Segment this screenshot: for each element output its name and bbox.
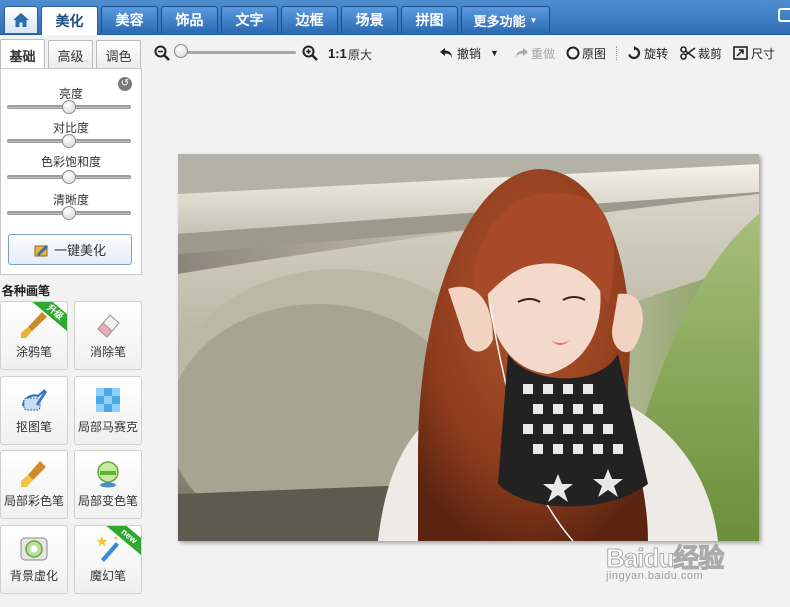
brush-partial-color-change[interactable]: 局部变色笔 — [74, 450, 142, 519]
zoom-slider-knob[interactable] — [174, 44, 188, 58]
contrast-slider-knob[interactable] — [62, 134, 76, 148]
image-toolbar: 1:1 原大 撤销 ▼ 重做 原图 旋转 裁剪 尺寸 — [148, 38, 790, 68]
resize-button[interactable]: 尺寸 — [733, 44, 775, 62]
tab-collage[interactable]: 拼图 — [401, 6, 458, 33]
brush-label: 局部马赛克 — [77, 420, 138, 434]
brush-section-title: 各种画笔 — [2, 284, 51, 298]
brush-background-blur[interactable]: 背景虚化 — [0, 525, 68, 594]
brush-label: 涂鸦笔 — [15, 345, 52, 359]
tab-face-beauty[interactable]: 美容 — [101, 6, 158, 33]
original-size-button[interactable]: 原大 — [348, 46, 372, 63]
brush-doodle[interactable]: 升级 涂鸦笔 — [0, 301, 68, 370]
brush-label: 局部变色笔 — [77, 494, 138, 508]
saturation-label: 色彩饱和度 — [40, 155, 101, 169]
tab-text[interactable]: 文字 — [221, 6, 278, 33]
brush-cutout[interactable]: 抠图笔 — [0, 376, 68, 445]
crop-button[interactable]: 裁剪 — [680, 44, 722, 62]
saturation-slider-knob[interactable] — [62, 170, 76, 184]
saturation-slider[interactable] — [7, 170, 131, 184]
home-icon — [13, 13, 29, 27]
sharpness-slider-knob[interactable] — [62, 206, 76, 220]
subtab-color[interactable]: 调色 — [96, 40, 141, 70]
undo-label: 撤销 — [457, 46, 482, 61]
left-panel: 基础 高级 调色 ↺ 亮度 对比度 色彩饱和度 清晰度 一键美化 各种画笔 升级… — [0, 36, 143, 607]
resize-icon — [733, 46, 748, 60]
crop-label: 裁剪 — [698, 46, 723, 61]
magic-wand-icon — [96, 536, 119, 562]
brush-magic[interactable]: new 魔幻笔 — [74, 525, 142, 594]
home-button[interactable] — [4, 6, 38, 33]
toolbar-divider — [616, 46, 617, 60]
subtab-basic[interactable]: 基础 — [0, 39, 45, 71]
brush-label: 消除笔 — [89, 345, 126, 359]
zoom-in-icon[interactable] — [302, 45, 318, 61]
rotate-button[interactable]: 旋转 — [626, 44, 668, 62]
brush-label: 局部彩色笔 — [3, 494, 64, 508]
redo-label: 重做 — [531, 46, 556, 61]
rotate-icon — [628, 46, 641, 60]
tab-scenes[interactable]: 场景 — [341, 6, 398, 33]
brightness-slider-knob[interactable] — [62, 100, 76, 114]
zoom-out-icon[interactable] — [154, 45, 170, 61]
contrast-slider[interactable] — [7, 134, 131, 148]
tab-beautify[interactable]: 美化 — [41, 6, 98, 35]
adjust-subtabs: 基础 高级 调色 — [0, 38, 143, 71]
brush-label: 背景虚化 — [9, 569, 58, 583]
watermark-url: jingyan.baidu.com — [606, 570, 704, 582]
photo-canvas[interactable] — [178, 154, 759, 541]
original-image-button[interactable]: 原图 — [566, 44, 606, 62]
baidu-watermark: Baidu经验 jingyan.baidu.com — [605, 538, 756, 588]
brush-label: 抠图笔 — [15, 420, 52, 434]
brush-label: 魔幻笔 — [89, 569, 126, 583]
basic-adjust-panel: ↺ 亮度 对比度 色彩饱和度 清晰度 一键美化 — [0, 68, 142, 275]
zoom-slider[interactable] — [176, 51, 296, 54]
undo-icon — [440, 48, 452, 58]
brightness-slider[interactable] — [7, 100, 131, 114]
more-features-label: 更多功能 — [473, 13, 526, 29]
color-brush-icon — [21, 461, 46, 487]
brush-eraser[interactable]: 消除笔 — [74, 301, 142, 370]
redo-icon — [516, 48, 528, 58]
portrait-photo — [178, 154, 759, 541]
circle-icon — [566, 46, 580, 60]
brush-mosaic[interactable]: 局部马赛克 — [74, 376, 142, 445]
undo-history-dropdown[interactable]: ▼ — [490, 44, 499, 62]
original-image-label: 原图 — [582, 46, 607, 61]
undo-button[interactable]: 撤销 — [439, 44, 481, 62]
scissors-icon — [680, 46, 696, 60]
more-features-menu[interactable]: 更多功能 ▼ — [461, 6, 550, 33]
tab-frames[interactable]: 边框 — [281, 6, 338, 33]
magic-beautify-icon — [34, 244, 48, 256]
sharpness-slider[interactable] — [7, 206, 131, 220]
paint-brush-icon — [21, 312, 47, 338]
blur-background-icon — [20, 537, 48, 561]
one-key-beautify-label: 一键美化 — [53, 243, 106, 258]
tab-accessories[interactable]: 饰品 — [161, 6, 218, 33]
dropdown-arrow-icon: ▼ — [490, 48, 499, 58]
rotate-label: 旋转 — [644, 46, 669, 61]
dropdown-arrow-icon: ▼ — [529, 15, 538, 25]
cutout-pen-icon — [22, 389, 47, 411]
redo-button[interactable]: 重做 — [513, 44, 555, 62]
resize-label: 尺寸 — [751, 46, 776, 61]
window-restore-icon[interactable] — [778, 8, 790, 22]
top-nav-bar: 美化 美容 饰品 文字 边框 场景 拼图 更多功能 ▼ — [0, 0, 790, 35]
mosaic-icon — [96, 388, 120, 412]
eraser-icon — [97, 314, 120, 338]
one-key-beautify-button[interactable]: 一键美化 — [8, 234, 132, 265]
brush-partial-color[interactable]: 局部彩色笔 — [0, 450, 68, 519]
color-change-icon — [97, 461, 119, 488]
subtab-advanced[interactable]: 高级 — [48, 40, 93, 70]
actual-size-ratio-button[interactable]: 1:1 — [328, 46, 347, 61]
